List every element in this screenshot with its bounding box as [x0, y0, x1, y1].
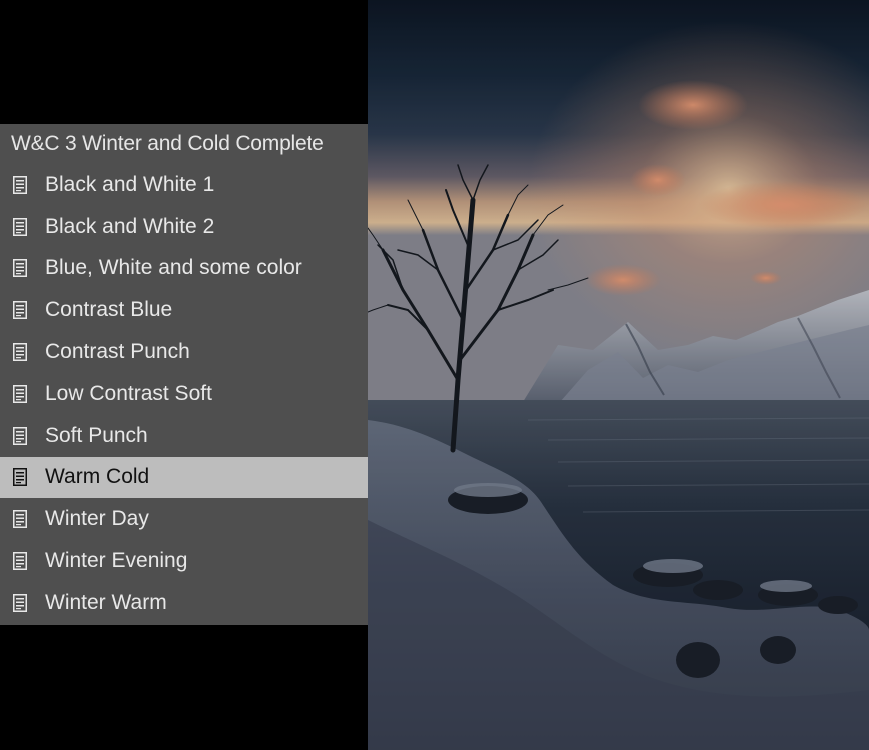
preset-icon [13, 175, 27, 194]
preset-item[interactable]: Winter Warm [0, 582, 368, 624]
preset-item[interactable]: Contrast Punch [0, 331, 368, 373]
preset-label: Soft Punch [45, 423, 148, 447]
preset-item[interactable]: Soft Punch [0, 415, 368, 457]
preset-icon [13, 301, 27, 320]
winter-landscape-photo [368, 0, 869, 750]
photo-preview [368, 0, 869, 750]
preset-label: Winter Evening [45, 549, 188, 573]
preset-label: Warm Cold [45, 465, 150, 489]
preset-item[interactable]: Contrast Blue [0, 289, 368, 331]
preset-icon [13, 593, 27, 612]
preset-item[interactable]: Black and White 1 [0, 164, 368, 206]
preset-icon [13, 510, 27, 529]
preset-item[interactable]: Winter Evening [0, 540, 368, 582]
preset-item[interactable]: Low Contrast Soft [0, 373, 368, 415]
preset-item[interactable]: Black and White 2 [0, 206, 368, 248]
preset-icon [13, 343, 27, 362]
preset-panel: W&C 3 Winter and Cold Complete Black and… [0, 124, 368, 625]
preset-item[interactable]: Blue, White and some color [0, 248, 368, 290]
preset-label: Contrast Punch [45, 340, 190, 364]
preset-icon [13, 468, 27, 487]
preset-label: Contrast Blue [45, 298, 173, 322]
preset-icon [13, 259, 27, 278]
preset-label: Blue, White and some color [45, 256, 302, 280]
preset-label: Winter Warm [45, 590, 167, 614]
preset-icon [13, 384, 27, 403]
preset-label: Winter Day [45, 507, 149, 531]
preset-item[interactable]: Warm Cold [0, 456, 368, 499]
editor-view: W&C 3 Winter and Cold Complete Black and… [0, 0, 869, 750]
preset-label: Low Contrast Soft [45, 381, 212, 405]
preset-label: Black and White 1 [45, 172, 215, 196]
preset-icon [13, 426, 27, 445]
preset-icon [13, 217, 27, 236]
preset-icon [13, 552, 27, 571]
preset-item[interactable]: Winter Day [0, 498, 368, 540]
preset-group-header[interactable]: W&C 3 Winter and Cold Complete [0, 124, 368, 164]
preset-list: Black and White 1 Black and White 2 Blue… [0, 164, 368, 624]
preset-label: Black and White 2 [45, 214, 215, 238]
